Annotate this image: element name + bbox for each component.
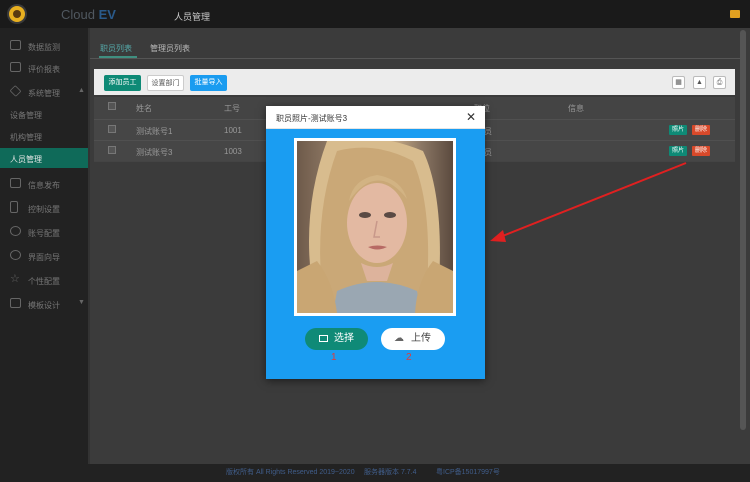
cloud-upload-icon: ☁ <box>394 333 404 344</box>
step-number-2: 2 <box>406 352 412 363</box>
dialog-header: 职员照片-测试账号3 ✕ <box>266 106 485 129</box>
select-photo-button[interactable]: 选择 <box>305 328 368 350</box>
icp-text: 粤ICP备15017997号 <box>436 469 500 476</box>
image-icon <box>319 335 328 342</box>
arrow-line <box>499 162 687 238</box>
arrow-head <box>490 230 506 242</box>
copyright-text: 版权所有 All Rights Reserved 2019~2020 <box>226 469 355 476</box>
photo-frame <box>294 138 456 316</box>
employee-photo <box>297 141 453 313</box>
step-number-1: 1 <box>331 352 337 363</box>
dialog-title: 职员照片-测试账号3 <box>276 114 348 123</box>
close-icon[interactable]: ✕ <box>466 110 476 124</box>
portrait-illustration <box>297 141 453 313</box>
upload-photo-button[interactable]: ☁ 上传 <box>381 328 445 350</box>
footer: 版权所有 All Rights Reserved 2019~2020 服务器版本… <box>0 464 750 482</box>
photo-dialog: 职员照片-测试账号3 ✕ 选择 ☁ 上传 1 2 <box>266 106 485 379</box>
version-text: 服务器版本 7.7.4 <box>364 469 417 476</box>
